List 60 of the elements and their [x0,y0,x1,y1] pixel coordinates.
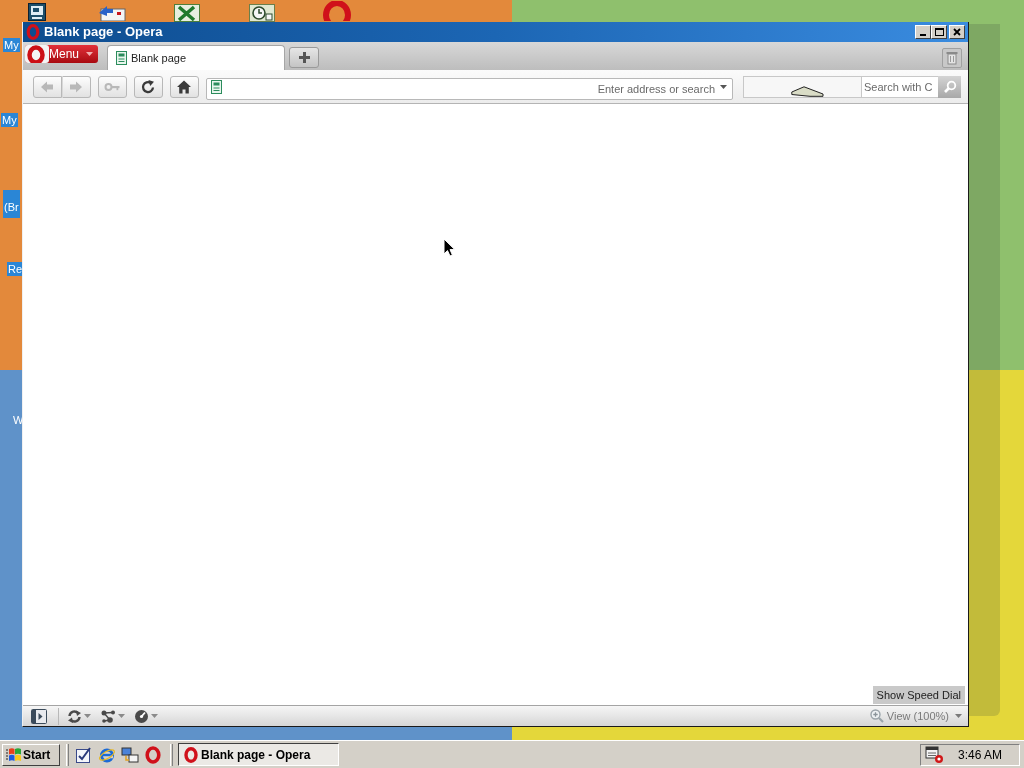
eraser-icon [791,85,824,97]
window-title: Blank page - Opera [44,24,163,40]
o-logo-icon[interactable] [144,745,162,764]
desktop-icon-label[interactable]: (Br [3,190,20,218]
monitor-icon [28,3,46,21]
network-button[interactable] [101,708,125,724]
caret-icon [955,714,962,718]
gauge-icon [134,708,149,724]
page-icon [116,51,127,65]
nodes-icon [101,708,116,724]
caret-icon [118,714,125,718]
flag-icon [6,746,22,763]
computers-icon[interactable] [121,745,139,764]
close-icon [953,28,961,36]
caret-icon [84,714,91,718]
taskbar-button[interactable]: Blank page - Opera [178,743,339,766]
spreadsheet-icon [174,4,200,22]
home-button[interactable] [169,75,199,98]
home-icon [176,78,193,95]
start-button[interactable]: Start [2,743,60,766]
new-tab-button[interactable] [289,47,319,68]
reload-button[interactable] [133,75,163,98]
search-field[interactable]: Search with C [862,75,938,98]
maximize-icon [934,28,944,36]
plus-icon [298,52,310,63]
desktop-icon-label[interactable]: Re [7,262,24,276]
o-logo-icon [26,24,40,40]
maximize-button[interactable] [931,25,947,39]
page-icon [210,79,222,94]
reload-icon [140,78,157,95]
clock-icon [249,4,275,22]
close-button[interactable] [949,25,965,39]
gauge-button[interactable] [134,708,158,724]
desktop-icon-label[interactable]: My [1,113,18,127]
calendar-icon[interactable] [925,745,945,764]
address-field[interactable]: Enter address or search [205,77,733,100]
caret-icon [720,84,727,89]
sync-button[interactable] [67,708,91,724]
trash-button[interactable] [942,48,962,68]
search-engine-selector[interactable] [743,75,862,98]
o-logo-icon [25,45,49,63]
browser-tab[interactable]: Blank page [107,45,285,70]
clock-time: 3:46 AM [958,746,1003,764]
checklist-icon[interactable] [75,745,93,764]
caret-icon [86,52,93,56]
caret-icon [151,714,158,718]
o-logo-icon [322,1,352,21]
minimize-button[interactable] [915,25,931,39]
zoom-view-button[interactable]: View (100%) [869,708,962,724]
menu-button[interactable]: Menu [25,45,98,63]
envelope-icon [97,3,127,21]
mouse-pointer-icon [443,238,456,257]
sidebar-toggle-icon[interactable] [31,708,47,724]
zoom-in-icon [869,709,884,723]
circular-arrows-icon [67,708,82,724]
trash-icon [946,51,958,65]
search-icon [942,79,957,94]
show-speed-dial-button[interactable]: Show Speed Dial [872,686,965,704]
desktop-icon-label[interactable]: My [3,38,20,52]
o-logo-icon [183,746,199,763]
